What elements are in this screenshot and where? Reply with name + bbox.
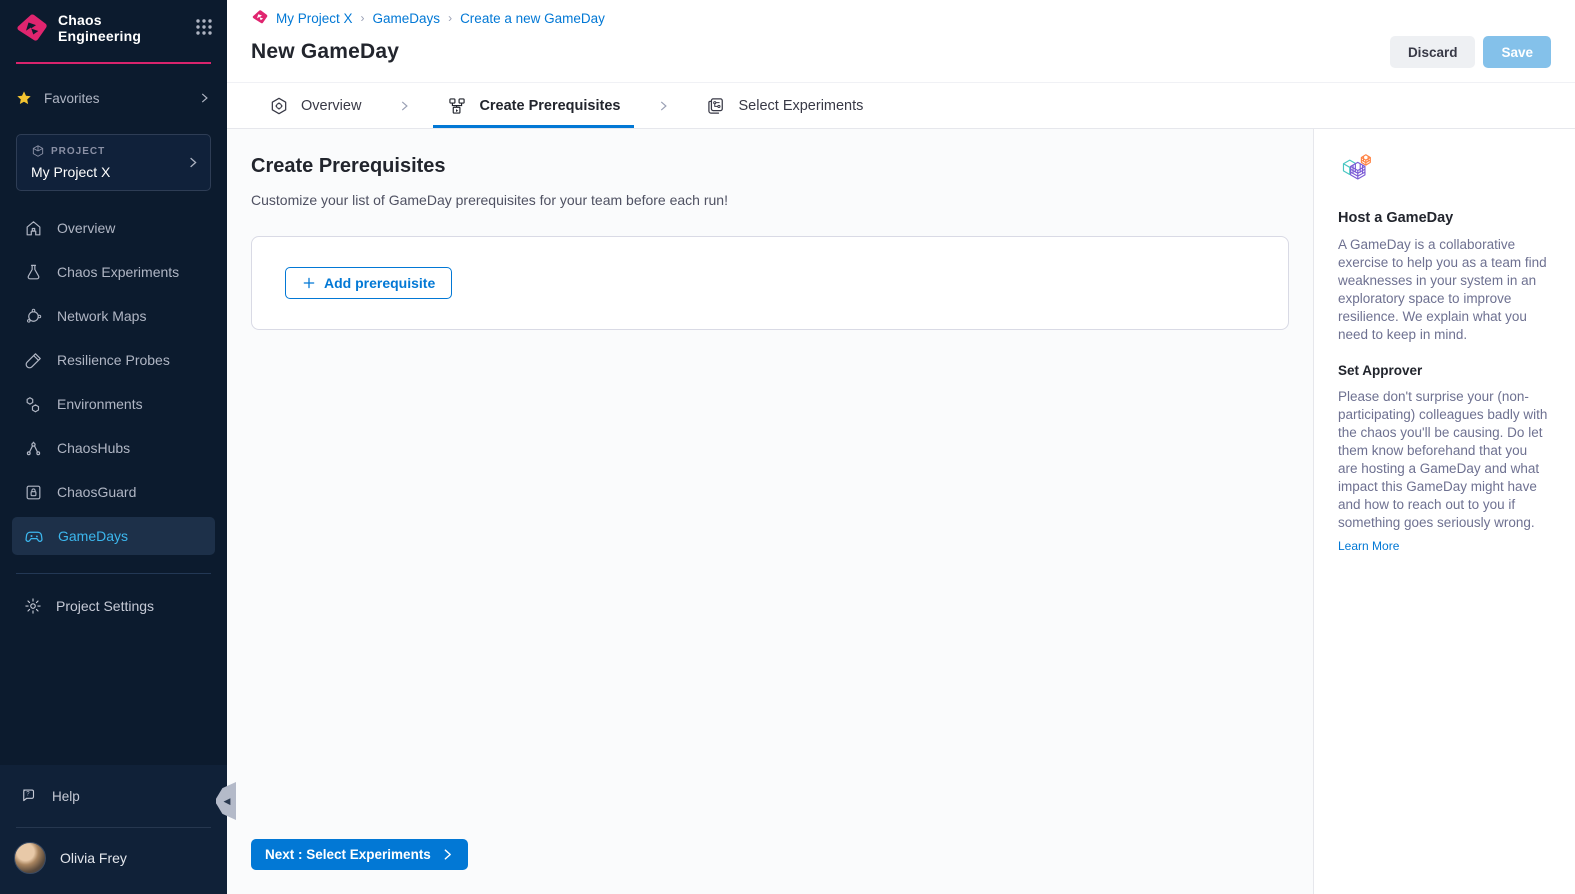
sidebar: Chaos Engineering Favorites <box>0 0 227 894</box>
help-panel-body2: Please don't surprise your (non-particip… <box>1338 388 1549 532</box>
sidebar-item-favorites[interactable]: Favorites <box>0 86 227 110</box>
brand-divider <box>16 62 211 64</box>
environments-icon <box>24 395 43 414</box>
help-panel-title: Host a GameDay <box>1338 210 1549 226</box>
chevron-right-icon <box>197 91 211 105</box>
learn-more-link[interactable]: Learn More <box>1338 539 1399 553</box>
chevron-right-icon <box>441 848 454 861</box>
sidebar-nav: Overview Chaos Experiments Network Maps <box>0 209 227 561</box>
sidebar-footer: ? Help Olivia Frey <box>0 765 227 894</box>
experiment-cards-icon <box>706 96 726 116</box>
chaos-module-icon <box>251 10 268 26</box>
lock-icon <box>24 483 43 502</box>
sidebar-item-network-maps[interactable]: Network Maps <box>12 297 215 335</box>
tab-separator <box>375 83 433 128</box>
cube-icon <box>31 144 45 158</box>
flask-icon <box>24 263 43 282</box>
page-header: My Project X › GameDays › Create a new G… <box>227 0 1575 83</box>
discard-button[interactable]: Discard <box>1390 36 1476 68</box>
help-chat-icon: ? <box>20 787 38 805</box>
avatar <box>14 842 46 874</box>
sidebar-item-chaosguard[interactable]: ChaosGuard <box>12 473 215 511</box>
next-select-experiments-button[interactable]: Next : Select Experiments <box>251 839 468 870</box>
project-selector[interactable]: PROJECT My Project X <box>16 134 211 191</box>
hexagon-overview-icon <box>269 96 289 116</box>
sidebar-item-gamedays[interactable]: GameDays <box>12 517 215 555</box>
breadcrumb-link-gamedays[interactable]: GameDays <box>373 11 441 26</box>
gamepad-icon <box>24 526 44 546</box>
sidebar-item-project-settings[interactable]: Project Settings <box>0 588 227 624</box>
save-button[interactable]: Save <box>1483 36 1551 68</box>
help-panel-body: A GameDay is a collaborative exercise to… <box>1338 236 1549 344</box>
user-name: Olivia Frey <box>60 850 127 866</box>
sidebar-divider <box>16 573 211 574</box>
prerequisites-card: Add prerequisite <box>251 236 1289 330</box>
chaos-engineering-logo-icon <box>14 14 48 46</box>
page-title: New GameDay <box>251 40 399 64</box>
sidebar-item-overview[interactable]: Overview <box>12 209 215 247</box>
breadcrumb-link-create-gameday[interactable]: Create a new GameDay <box>460 11 605 26</box>
tab-separator <box>634 83 692 128</box>
hub-icon <box>24 439 43 458</box>
network-icon <box>24 307 43 326</box>
breadcrumb-separator: › <box>448 11 452 25</box>
project-name: My Project X <box>31 164 185 180</box>
breadcrumb: My Project X › GameDays › Create a new G… <box>251 10 1551 26</box>
gear-icon <box>24 597 42 615</box>
svg-text:?: ? <box>26 792 30 798</box>
content-area: Create Prerequisites Customize your list… <box>227 129 1313 894</box>
help-panel-subtitle: Set Approver <box>1338 363 1549 378</box>
user-profile[interactable]: Olivia Frey <box>0 828 227 884</box>
plus-icon <box>302 276 316 290</box>
flowchart-icon <box>447 96 467 116</box>
favorites-label: Favorites <box>44 91 100 106</box>
home-icon <box>24 219 43 238</box>
content-subheading: Customize your list of GameDay prerequis… <box>251 192 1289 208</box>
gameday-cubes-icon <box>1338 153 1374 187</box>
sidebar-item-chaos-experiments[interactable]: Chaos Experiments <box>12 253 215 291</box>
tab-select-experiments[interactable]: Select Experiments <box>692 83 877 128</box>
breadcrumb-separator: › <box>361 11 365 25</box>
star-icon <box>16 90 32 106</box>
content-heading: Create Prerequisites <box>251 155 1289 178</box>
wizard-tabbar: Overview Create Prerequisites <box>227 83 1575 129</box>
chevron-right-icon <box>185 155 200 170</box>
project-label: PROJECT <box>51 146 105 157</box>
module-grid-icon[interactable] <box>195 18 213 36</box>
app-window: Chaos Engineering Favorites <box>0 0 1575 894</box>
sidebar-item-chaoshubs[interactable]: ChaosHubs <box>12 429 215 467</box>
tab-create-prerequisites[interactable]: Create Prerequisites <box>433 83 634 128</box>
main-column: My Project X › GameDays › Create a new G… <box>227 0 1575 894</box>
help-button[interactable]: ? Help <box>0 765 227 827</box>
sidebar-item-resilience-probes[interactable]: Resilience Probes <box>12 341 215 379</box>
tab-overview[interactable]: Overview <box>255 83 375 128</box>
brand-header: Chaos Engineering <box>0 0 227 46</box>
add-prerequisite-button[interactable]: Add prerequisite <box>285 267 452 299</box>
help-panel: Host a GameDay A GameDay is a collaborat… <box>1313 129 1575 894</box>
brand-name: Chaos Engineering <box>58 12 195 44</box>
probe-icon <box>24 351 43 370</box>
sidebar-item-environments[interactable]: Environments <box>12 385 215 423</box>
breadcrumb-link-project[interactable]: My Project X <box>276 11 353 26</box>
